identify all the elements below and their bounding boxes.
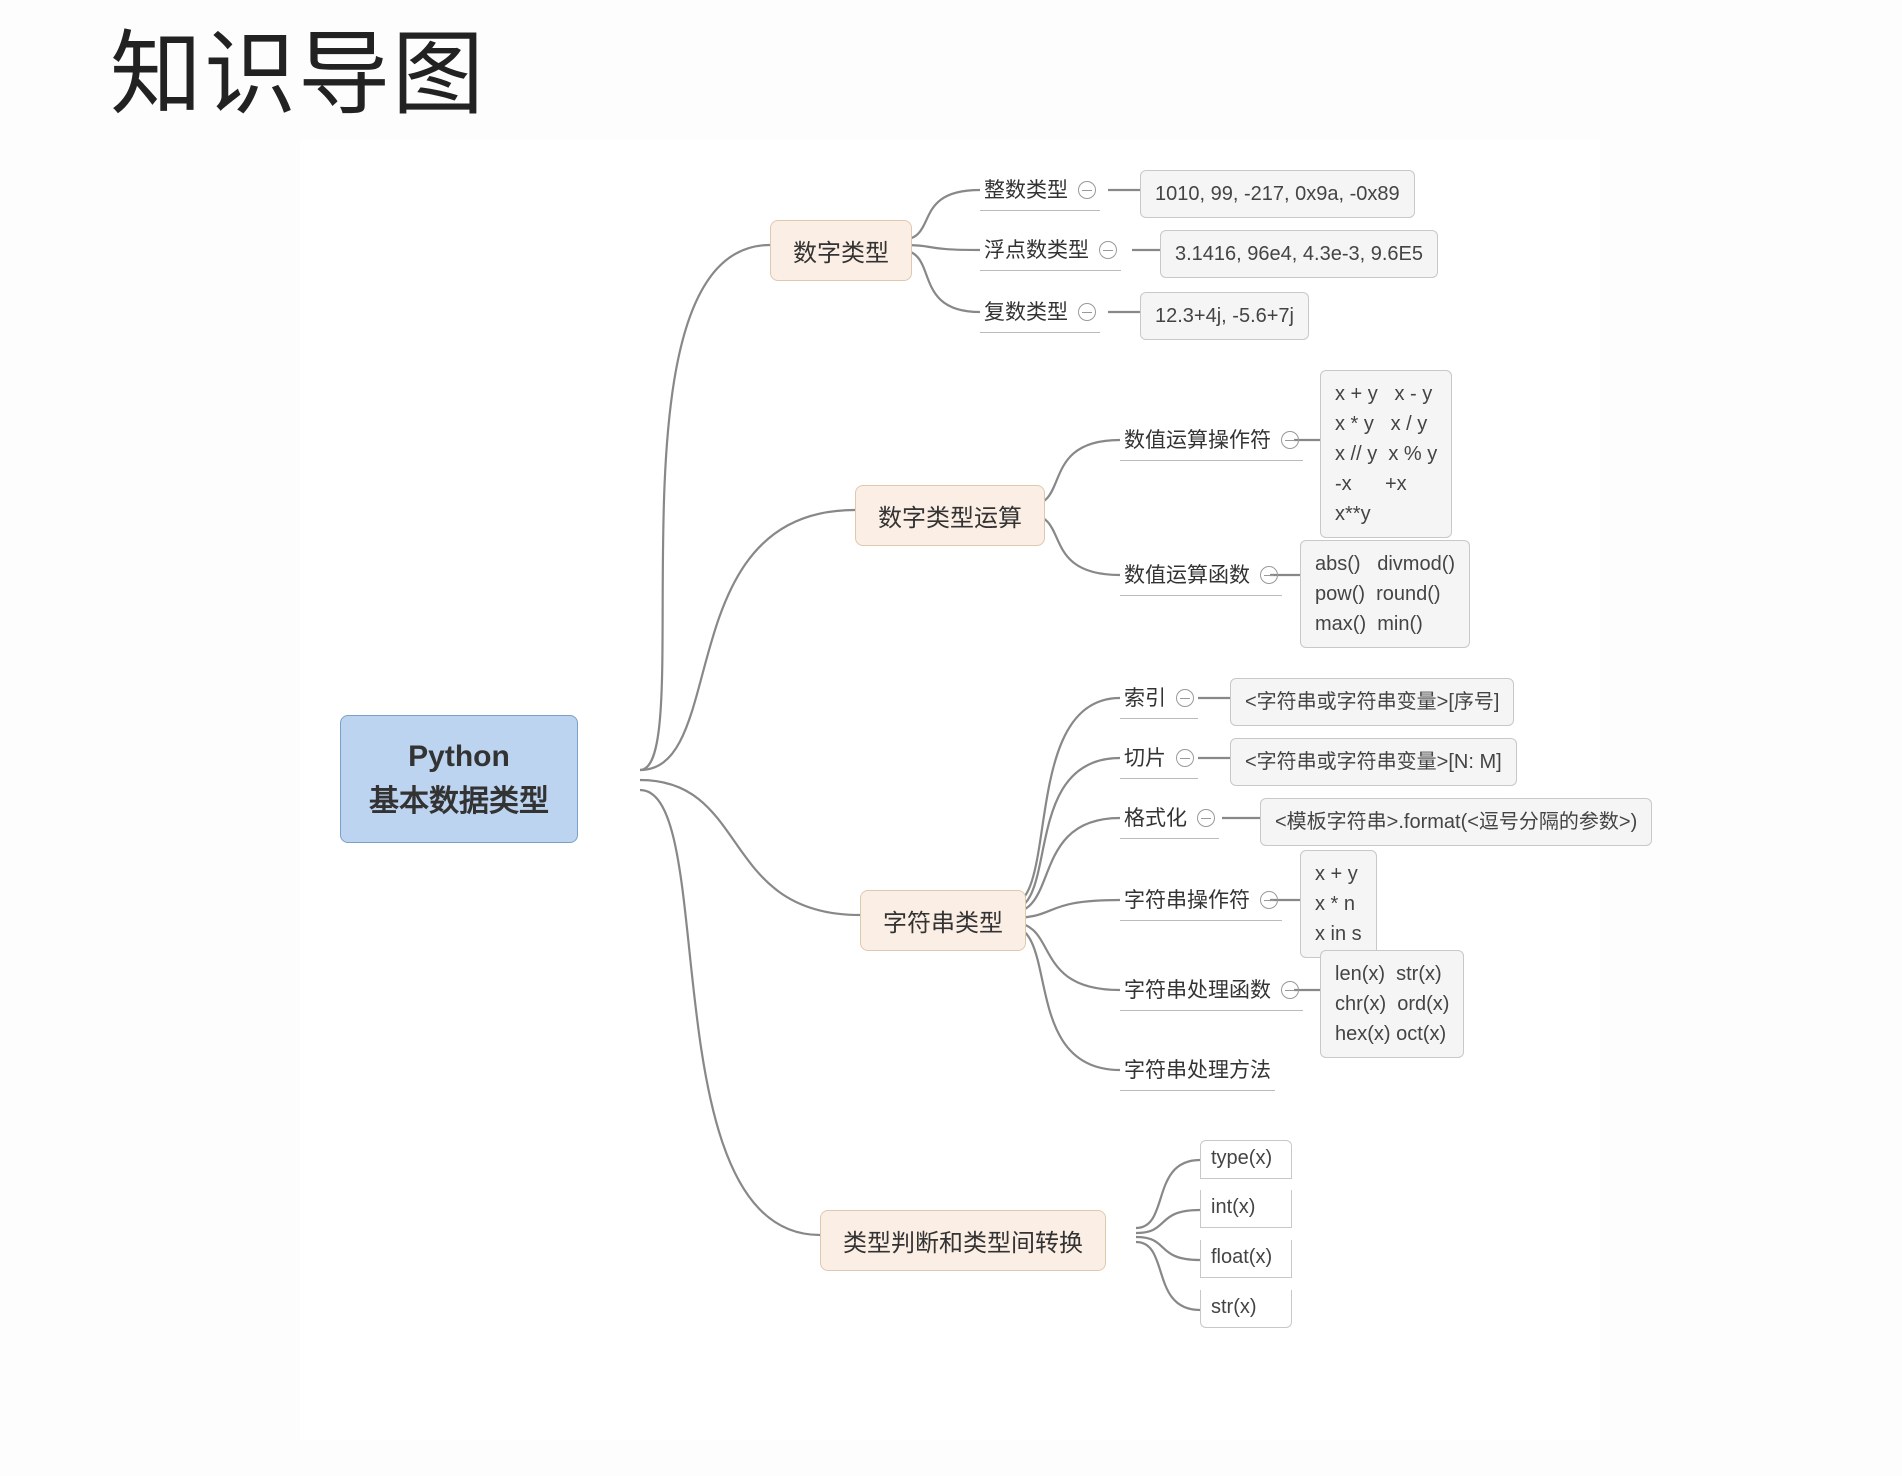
collapse-icon[interactable] [1099,241,1117,259]
sub-complex-label: 复数类型 [984,301,1068,324]
sub-complex[interactable]: 复数类型 [980,292,1100,333]
branch-conv[interactable]: 类型判断和类型间转换 [820,1210,1106,1271]
leaf-str-ops-example: x + y x * n x in s [1300,850,1377,958]
sub-float[interactable]: 浮点数类型 [980,230,1121,271]
branch-str[interactable]: 字符串类型 [860,890,1026,951]
sub-str-methods-label: 字符串处理方法 [1124,1059,1271,1082]
sub-float-label: 浮点数类型 [984,239,1089,262]
root-node[interactable]: Python 基本数据类型 [340,715,578,843]
leaf-str-slice-example: <字符串或字符串变量>[N: M] [1230,738,1517,786]
leaf-float-example: 3.1416, 96e4, 4.3e-3, 9.6E5 [1160,230,1438,278]
leaf-num-fns-example: abs() divmod() pow() round() max() min() [1300,540,1470,648]
leaf-conv-int: int(x) [1200,1190,1292,1228]
collapse-icon[interactable] [1281,431,1299,449]
collapse-icon[interactable] [1078,181,1096,199]
sub-int[interactable]: 整数类型 [980,170,1100,211]
sub-str-slice-label: 切片 [1124,747,1166,770]
sub-str-ops-label: 字符串操作符 [1124,889,1250,912]
sub-str-format-label: 格式化 [1124,807,1187,830]
collapse-icon[interactable] [1197,809,1215,827]
sub-str-ops[interactable]: 字符串操作符 [1120,880,1282,921]
sub-str-methods[interactable]: 字符串处理方法 [1120,1050,1275,1091]
sub-num-ops[interactable]: 数值运算操作符 [1120,420,1303,461]
leaf-complex-example: 12.3+4j, -5.6+7j [1140,292,1309,340]
mindmap-diagram: Python 基本数据类型 数字类型 数字类型运算 字符串类型 类型判断和类型间… [300,140,1600,1440]
sub-str-index[interactable]: 索引 [1120,678,1198,719]
branch-numop[interactable]: 数字类型运算 [855,485,1045,546]
sub-num-fns[interactable]: 数值运算函数 [1120,555,1282,596]
leaf-conv-str: str(x) [1200,1290,1292,1328]
root-line1: Python [369,734,549,779]
root-line2: 基本数据类型 [369,779,549,824]
leaf-conv-float: float(x) [1200,1240,1292,1278]
sub-str-fns[interactable]: 字符串处理函数 [1120,970,1303,1011]
branch-num[interactable]: 数字类型 [770,220,912,281]
leaf-str-format-example: <模板字符串>.format(<逗号分隔的参数>) [1260,798,1652,846]
leaf-str-fns-example: len(x) str(x) chr(x) ord(x) hex(x) oct(x… [1320,950,1464,1058]
sub-int-label: 整数类型 [984,179,1068,202]
sub-str-index-label: 索引 [1124,687,1166,710]
sub-str-format[interactable]: 格式化 [1120,798,1219,839]
leaf-str-index-example: <字符串或字符串变量>[序号] [1230,678,1514,726]
collapse-icon[interactable] [1078,303,1096,321]
sub-str-fns-label: 字符串处理函数 [1124,979,1271,1002]
page-title: 知识导图 [110,0,486,133]
leaf-int-example: 1010, 99, -217, 0x9a, -0x89 [1140,170,1415,218]
collapse-icon[interactable] [1281,981,1299,999]
collapse-icon[interactable] [1260,566,1278,584]
leaf-num-ops-example: x + y x - y x * y x / y x // y x % y -x … [1320,370,1452,538]
collapse-icon[interactable] [1176,749,1194,767]
sub-str-slice[interactable]: 切片 [1120,738,1198,779]
leaf-conv-type: type(x) [1200,1140,1292,1179]
sub-num-fns-label: 数值运算函数 [1124,564,1250,587]
collapse-icon[interactable] [1260,891,1278,909]
collapse-icon[interactable] [1176,689,1194,707]
sub-num-ops-label: 数值运算操作符 [1124,429,1271,452]
